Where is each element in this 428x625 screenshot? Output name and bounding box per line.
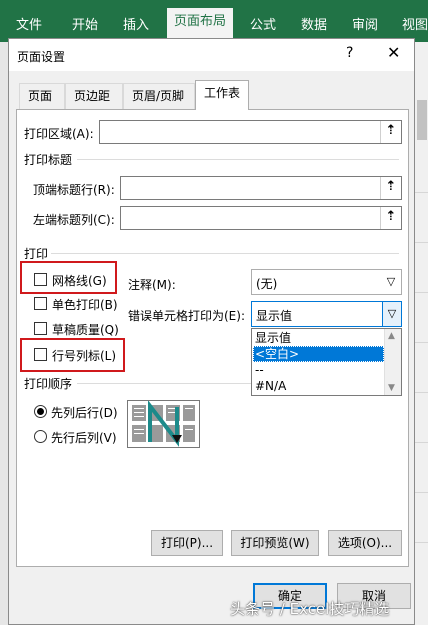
cell-errors-value: 显示值 xyxy=(256,309,293,323)
dialog-title: 页面设置 xyxy=(17,50,66,64)
down-then-over-label[interactable]: 先列后行(D) xyxy=(51,404,118,421)
watermark-text: 头条号 / Excel技巧精选 xyxy=(230,600,390,618)
cols-to-repeat-label: 左端标题列(C): xyxy=(33,213,115,227)
tab-margins[interactable]: 页边距 xyxy=(65,83,123,109)
print-button[interactable]: 打印(P)... xyxy=(151,530,223,556)
print-preview-button[interactable]: 打印预览(W) xyxy=(231,530,319,556)
ribbon-tab-view[interactable]: 视图 xyxy=(402,14,428,33)
print-section: 打印 xyxy=(24,247,49,261)
print-area-input[interactable]: ⇡ xyxy=(99,120,402,144)
tab-page[interactable]: 页面 xyxy=(19,83,65,109)
gridline xyxy=(415,492,428,493)
print-area-label: 打印区域(A): xyxy=(24,127,94,141)
tab-sheet[interactable]: 工作表 xyxy=(195,80,249,110)
collapse-dialog-icon[interactable]: ⇡ xyxy=(380,121,401,143)
rows-to-repeat-input[interactable]: ⇡ xyxy=(120,176,402,200)
gridline xyxy=(415,242,428,243)
print-titles-section: 打印标题 xyxy=(24,153,73,167)
ribbon-tab-page-layout[interactable]: 页面布局 xyxy=(167,8,234,42)
page-order-preview-icon xyxy=(127,400,200,448)
section-divider xyxy=(51,253,399,254)
draft-quality-checkbox[interactable] xyxy=(34,322,47,335)
scroll-up-icon[interactable]: ▲ xyxy=(388,331,395,341)
gridline xyxy=(415,342,428,343)
gridline xyxy=(415,392,428,393)
ribbon-tab-insert[interactable]: 插入 xyxy=(123,14,149,33)
worksheet-edge xyxy=(414,42,428,625)
chevron-down-icon[interactable]: ▽ xyxy=(382,301,402,327)
cell-errors-option[interactable]: 显示值 xyxy=(253,330,384,346)
scroll-down-icon[interactable]: ▼ xyxy=(388,383,395,393)
chevron-down-icon[interactable]: ▽ xyxy=(381,270,401,294)
row-col-headings-checkbox[interactable] xyxy=(34,348,47,361)
comments-value: (无) xyxy=(256,277,278,291)
rows-to-repeat-label: 顶端标题行(R): xyxy=(33,183,115,197)
page-setup-dialog: 页面设置 ? ✕ 页面 页边距 页眉/页脚 工作表 打印区域(A): ⇡ 打印标… xyxy=(8,38,415,625)
help-button[interactable]: ? xyxy=(346,45,353,61)
ribbon-tab-formulas[interactable]: 公式 xyxy=(250,14,276,33)
ribbon-tab-review[interactable]: 审阅 xyxy=(352,14,378,33)
gridline xyxy=(415,192,428,193)
sheet-scroll-thumb[interactable] xyxy=(417,100,427,140)
close-button[interactable]: ✕ xyxy=(387,43,400,62)
over-then-down-label[interactable]: 先行后列(V) xyxy=(51,429,117,446)
cell-errors-option-selected[interactable]: <空白> xyxy=(253,346,384,362)
black-white-checkbox[interactable] xyxy=(34,297,47,310)
comments-select[interactable]: (无) ▽ xyxy=(251,269,402,295)
ribbon-tab-data[interactable]: 数据 xyxy=(301,14,327,33)
cell-errors-label: 错误单元格打印为(E): xyxy=(128,309,245,323)
dialog-titlebar[interactable]: 页面设置 ? ✕ xyxy=(9,39,414,71)
excel-ribbon: 文件 开始 插入 页面布局 公式 数据 审阅 视图 xyxy=(0,0,428,42)
gridline xyxy=(415,442,428,443)
collapse-dialog-icon[interactable]: ⇡ xyxy=(380,207,401,229)
cell-errors-option[interactable]: #N/A xyxy=(253,378,384,394)
cols-to-repeat-input[interactable]: ⇡ xyxy=(120,206,402,230)
gridline xyxy=(415,542,428,543)
cell-errors-dropdown: 显示值 <空白> -- #N/A ▲ ▼ xyxy=(251,328,402,396)
cell-errors-option[interactable]: -- xyxy=(253,362,384,378)
gridlines-label[interactable]: 网格线(G) xyxy=(52,272,107,289)
row-col-headings-label[interactable]: 行号列标(L) xyxy=(52,347,116,364)
options-button[interactable]: 选项(O)... xyxy=(328,530,402,556)
down-then-over-radio[interactable] xyxy=(34,405,47,418)
comments-label: 注释(M): xyxy=(128,278,176,292)
over-then-down-radio[interactable] xyxy=(34,430,47,443)
collapse-dialog-icon[interactable]: ⇡ xyxy=(380,177,401,199)
draft-quality-label[interactable]: 草稿质量(Q) xyxy=(52,321,119,338)
page-order-section: 打印顺序 xyxy=(24,377,73,391)
tab-header-footer[interactable]: 页眉/页脚 xyxy=(123,83,195,109)
ribbon-tab-file[interactable]: 文件 xyxy=(16,14,42,33)
dropdown-scrollbar[interactable]: ▲ ▼ xyxy=(384,329,401,395)
gridline xyxy=(415,292,428,293)
section-divider xyxy=(77,159,399,160)
ribbon-tab-home[interactable]: 开始 xyxy=(72,14,98,33)
cell-errors-select[interactable]: 显示值 ▽ xyxy=(251,301,402,327)
gridlines-checkbox[interactable] xyxy=(34,273,47,286)
page-order-preview-graphic xyxy=(132,400,195,447)
black-white-label[interactable]: 单色打印(B) xyxy=(52,296,118,313)
